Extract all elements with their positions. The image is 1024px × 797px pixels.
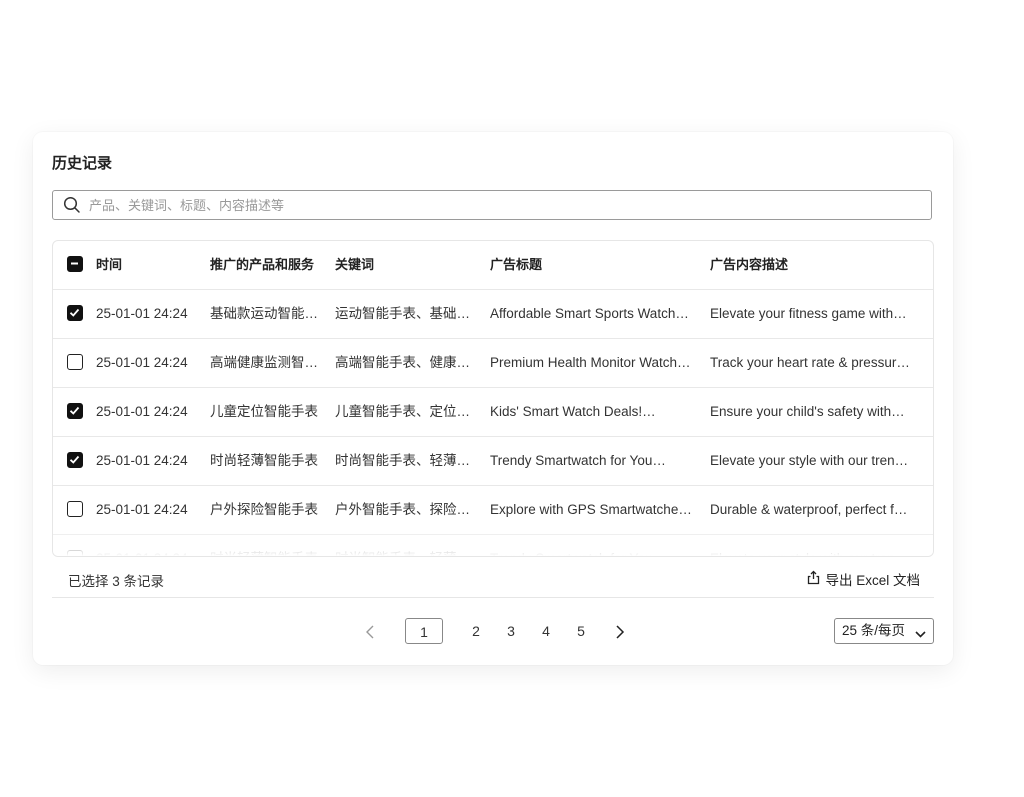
page-size-label: 25 条/每页 [842, 623, 906, 638]
cell-ad-title: Trendy Smartwatch for You… [490, 453, 666, 468]
cell-ad-description: Track your heart rate & pressur… [710, 355, 910, 370]
cell-product: 时尚轻薄智能手表 [210, 453, 318, 468]
page-button-2[interactable]: 2 [464, 618, 488, 644]
column-header-ad-description: 广告内容描述 [710, 257, 789, 272]
export-label: 导出 Excel 文档 [825, 573, 920, 588]
share-upload-icon [806, 570, 821, 588]
history-panel: 历史记录 时间 推广的产品和服务 关键词 广告标题 广告内容描述 25-01-0… [33, 132, 953, 665]
cell-ad-title: Affordable Smart Sports Watch… [490, 306, 689, 321]
chevron-left-icon[interactable] [362, 623, 380, 641]
cell-product: 高端健康监测智… [210, 355, 318, 370]
table-row[interactable]: 25-01-01 24:24 高端健康监测智… 高端智能手表、健康… Premium … [53, 339, 933, 388]
column-header-time: 时间 [96, 257, 123, 272]
table-header: 时间 推广的产品和服务 关键词 广告标题 广告内容描述 [53, 241, 933, 290]
page-button-4[interactable]: 4 [534, 618, 558, 644]
cell-product: 儿童定位智能手表 [210, 404, 318, 419]
pagination: 1 2 3 4 5 25 条/每页 [33, 618, 953, 646]
table-body: 25-01-01 24:24 基础款运动智能… 运动智能手表、基础… Affordab… [53, 290, 933, 556]
chevron-down-icon [914, 625, 927, 649]
row-checkbox-cell [67, 388, 85, 436]
cell-ad-description: Durable & waterproof, perfect f… [710, 502, 908, 517]
history-table: 时间 推广的产品和服务 关键词 广告标题 广告内容描述 25-01-01 24:… [52, 240, 934, 557]
cell-product: 户外探险智能手表 [210, 502, 318, 517]
row-checkbox[interactable] [67, 354, 83, 370]
cell-ad-title: Kids' Smart Watch Deals!… [490, 404, 656, 419]
row-checkbox[interactable] [67, 305, 83, 321]
selected-count: 已选择 3 条记录 [68, 574, 165, 589]
cell-keywords: 运动智能手表、基础… [335, 306, 470, 321]
search-icon [63, 196, 81, 214]
panel-title: 历史记录 [52, 155, 113, 172]
scroll-fade [53, 534, 933, 556]
row-checkbox-cell [67, 486, 85, 534]
column-header-keywords: 关键词 [335, 257, 375, 272]
row-checkbox[interactable] [67, 403, 83, 419]
cell-keywords: 儿童智能手表、定位… [335, 404, 470, 419]
column-header-product: 推广的产品和服务 [210, 257, 315, 272]
page-button-3[interactable]: 3 [499, 618, 523, 644]
select-all-checkbox[interactable] [67, 256, 83, 272]
cell-keywords: 时尚智能手表、轻薄… [335, 453, 470, 468]
table-row[interactable]: 25-01-01 24:24 儿童定位智能手表 儿童智能手表、定位… Kids' Sm… [53, 388, 933, 437]
cell-time: 25-01-01 24:24 [96, 355, 188, 370]
cell-keywords: 高端智能手表、健康… [335, 355, 470, 370]
chevron-right-icon[interactable] [610, 623, 628, 641]
page-size-select[interactable]: 25 条/每页 [834, 618, 934, 644]
search-input[interactable] [87, 191, 931, 219]
table-row[interactable]: 25-01-01 24:24 时尚轻薄智能手表 时尚智能手表、轻薄… Trendy S… [53, 437, 933, 486]
row-checkbox-cell [67, 339, 85, 387]
page-button-1[interactable]: 1 [405, 618, 443, 644]
export-excel-button[interactable]: 导出 Excel 文档 [806, 569, 920, 589]
cell-product: 基础款运动智能… [210, 306, 318, 321]
cell-time: 25-01-01 24:24 [96, 453, 188, 468]
select-all-cell [67, 241, 85, 289]
cell-ad-title: Explore with GPS Smartwatche… [490, 502, 692, 517]
cell-ad-title: Premium Health Monitor Watch… [490, 355, 691, 370]
table-row[interactable]: 25-01-01 24:24 基础款运动智能… 运动智能手表、基础… Affordab… [53, 290, 933, 339]
cell-ad-description: Elevate your style with our tren… [710, 453, 909, 468]
row-checkbox-cell [67, 437, 85, 485]
row-checkbox-cell [67, 290, 85, 338]
cell-keywords: 户外智能手表、探险… [335, 502, 470, 517]
page-button-5[interactable]: 5 [569, 618, 593, 644]
row-checkbox[interactable] [67, 452, 83, 468]
table-row[interactable]: 25-01-01 24:24 户外探险智能手表 户外智能手表、探险… Explore … [53, 486, 933, 535]
cell-ad-description: Elevate your fitness game with… [710, 306, 907, 321]
row-checkbox[interactable] [67, 501, 83, 517]
cell-time: 25-01-01 24:24 [96, 404, 188, 419]
table-footer: 已选择 3 条记录 导出 Excel 文档 [52, 558, 934, 598]
cell-time: 25-01-01 24:24 [96, 502, 188, 517]
column-header-ad-title: 广告标题 [490, 257, 543, 272]
cell-ad-description: Ensure your child's safety with… [710, 404, 905, 419]
cell-time: 25-01-01 24:24 [96, 306, 188, 321]
search-box[interactable] [52, 190, 932, 220]
